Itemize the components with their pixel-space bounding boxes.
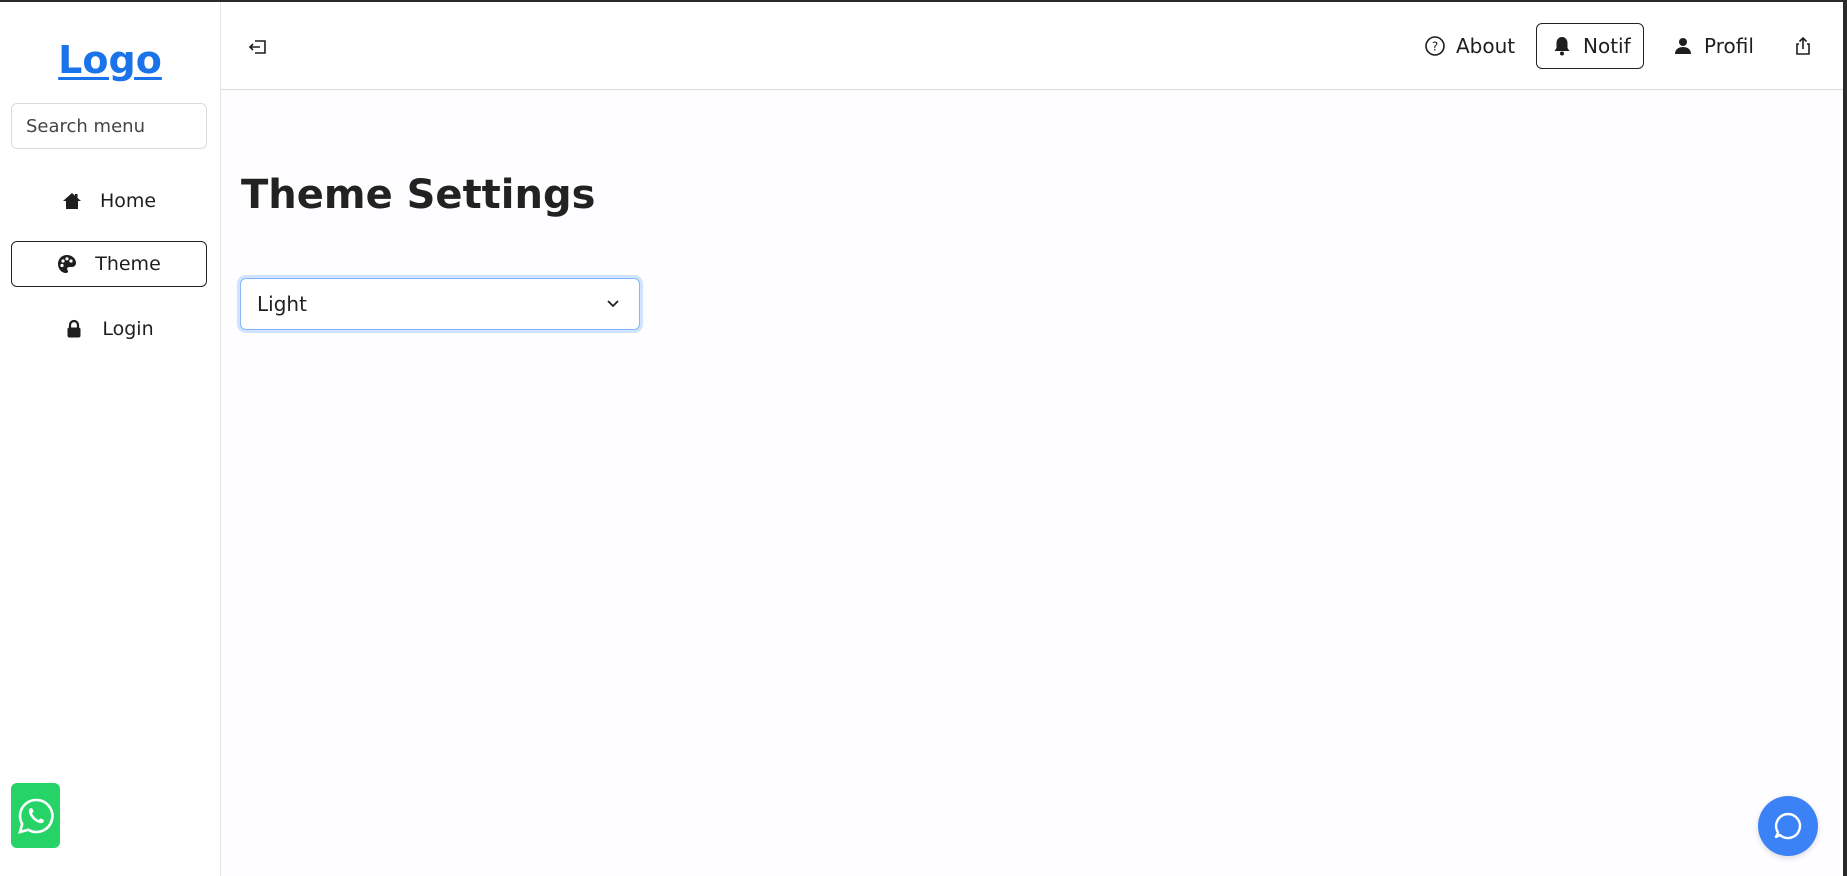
- chat-bubble-icon: [1771, 809, 1805, 843]
- theme-select-value: Light: [257, 292, 307, 316]
- main-content: Theme Settings Light: [221, 90, 1843, 876]
- share-button[interactable]: [1782, 23, 1824, 69]
- lock-icon: [64, 319, 84, 339]
- top-header: ? About Notif Profil: [221, 2, 1843, 90]
- sidebar-item-theme[interactable]: Theme: [11, 241, 207, 287]
- home-icon: [62, 191, 82, 211]
- sign-out-arrow-icon: [247, 36, 269, 58]
- sidebar-item-login[interactable]: Login: [11, 306, 207, 352]
- sidebar-item-label: Theme: [95, 253, 161, 275]
- share-icon: [1792, 35, 1814, 57]
- search-menu-input[interactable]: [11, 103, 207, 149]
- sidebar-item-label: Home: [99, 190, 157, 212]
- app-window: Logo Home Theme: [0, 2, 1843, 876]
- notif-label: Notif: [1583, 34, 1631, 58]
- chat-button[interactable]: [1758, 796, 1818, 856]
- sidebar-item-label: Login: [102, 318, 154, 340]
- notif-button[interactable]: Notif: [1536, 23, 1644, 69]
- profil-button[interactable]: Profil: [1658, 23, 1768, 69]
- theme-select[interactable]: Light: [240, 278, 640, 330]
- bell-icon: [1551, 35, 1573, 57]
- about-button[interactable]: ? About: [1410, 23, 1529, 69]
- logo-link[interactable]: Logo: [0, 38, 220, 82]
- sidebar: Logo Home Theme: [0, 2, 221, 876]
- about-label: About: [1456, 34, 1516, 58]
- page-title: Theme Settings: [241, 172, 596, 218]
- svg-text:?: ?: [1432, 40, 1438, 54]
- profil-label: Profil: [1704, 34, 1754, 58]
- whatsapp-icon: [16, 796, 56, 836]
- sidebar-item-home[interactable]: Home: [11, 178, 207, 224]
- question-circle-icon: ?: [1424, 35, 1446, 57]
- collapse-sidebar-button[interactable]: [245, 34, 271, 60]
- chevron-down-icon: [603, 293, 623, 313]
- palette-icon: [57, 254, 77, 274]
- whatsapp-button[interactable]: [11, 783, 60, 848]
- user-icon: [1672, 35, 1694, 57]
